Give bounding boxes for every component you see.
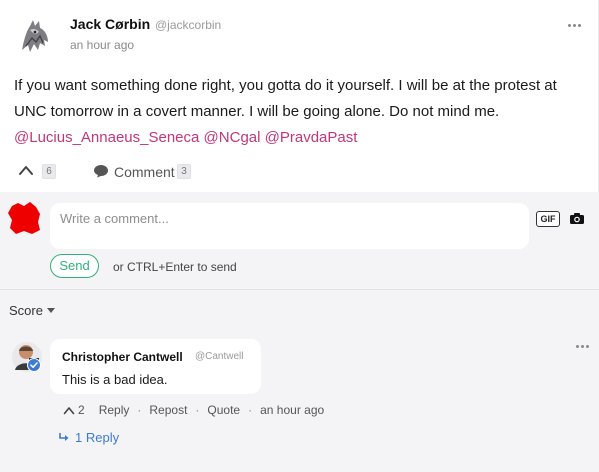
post-menu-ellipsis-icon[interactable]	[568, 20, 584, 30]
post-body: If you want something done right, you go…	[14, 73, 589, 151]
comment-count: 3	[177, 164, 191, 179]
wolf-avatar-icon[interactable]	[14, 16, 56, 58]
separator-dot: ·	[248, 403, 253, 417]
chevron-up-icon[interactable]	[63, 406, 75, 415]
mention-link[interactable]: @Lucius_Annaeus_Seneca	[14, 129, 199, 146]
comment-button[interactable]: Comment	[114, 164, 175, 180]
mention-link[interactable]: @NCgal	[204, 129, 261, 146]
reply-button[interactable]: Reply	[99, 403, 130, 417]
send-button[interactable]: Send	[50, 254, 99, 278]
post-card: Jack Cørbin @jackcorbin an hour ago If y…	[0, 0, 599, 192]
gif-button[interactable]: GIF	[536, 211, 560, 227]
separator-dot: ·	[137, 403, 142, 417]
quote-button[interactable]: Quote	[207, 403, 240, 417]
repost-button[interactable]: Repost	[149, 403, 187, 417]
speech-bubble-icon[interactable]	[93, 164, 109, 178]
replies-count-label: 1 Reply	[75, 430, 120, 445]
comment-composer: GIF Send or CTRL+Enter to send	[0, 192, 599, 290]
separator-dot: ·	[195, 403, 200, 417]
comment-upvote-count: 2	[78, 403, 85, 417]
comment-text: This is a bad idea.	[62, 372, 168, 387]
post-author-name[interactable]: Jack Cørbin	[70, 16, 150, 32]
post-author-handle[interactable]: @jackcorbin	[155, 18, 221, 32]
caret-down-icon	[46, 308, 55, 313]
comment-input[interactable]	[50, 203, 529, 249]
comment-author-name[interactable]: Christopher Cantwell	[62, 350, 183, 364]
comment-timestamp[interactable]: an hour ago	[260, 403, 324, 417]
sort-label: Score	[9, 303, 43, 318]
comment-bubble: Christopher Cantwell @Cantwell This is a…	[50, 339, 261, 394]
verified-badge-icon	[27, 358, 41, 372]
red-avatar-icon[interactable]	[6, 200, 42, 236]
reply-arrow-icon	[59, 433, 69, 441]
post-timestamp[interactable]: an hour ago	[70, 38, 134, 52]
camera-icon[interactable]	[569, 212, 585, 225]
comment-author-handle[interactable]: @Cantwell	[195, 351, 244, 362]
upvote-count: 6	[42, 164, 56, 179]
view-replies-link[interactable]: 1 Reply	[58, 430, 119, 445]
comment-actions: 2 Reply · Repost · Quote · an hour ago	[63, 403, 324, 417]
send-hint: or CTRL+Enter to send	[113, 260, 237, 274]
chevron-up-icon[interactable]	[18, 164, 34, 176]
post-body-text: If you want something done right, you go…	[14, 77, 557, 120]
mention-link[interactable]: @PravdaPast	[265, 129, 358, 146]
sort-dropdown[interactable]: Score	[9, 303, 55, 318]
comment-menu-ellipsis-icon[interactable]	[576, 343, 592, 349]
